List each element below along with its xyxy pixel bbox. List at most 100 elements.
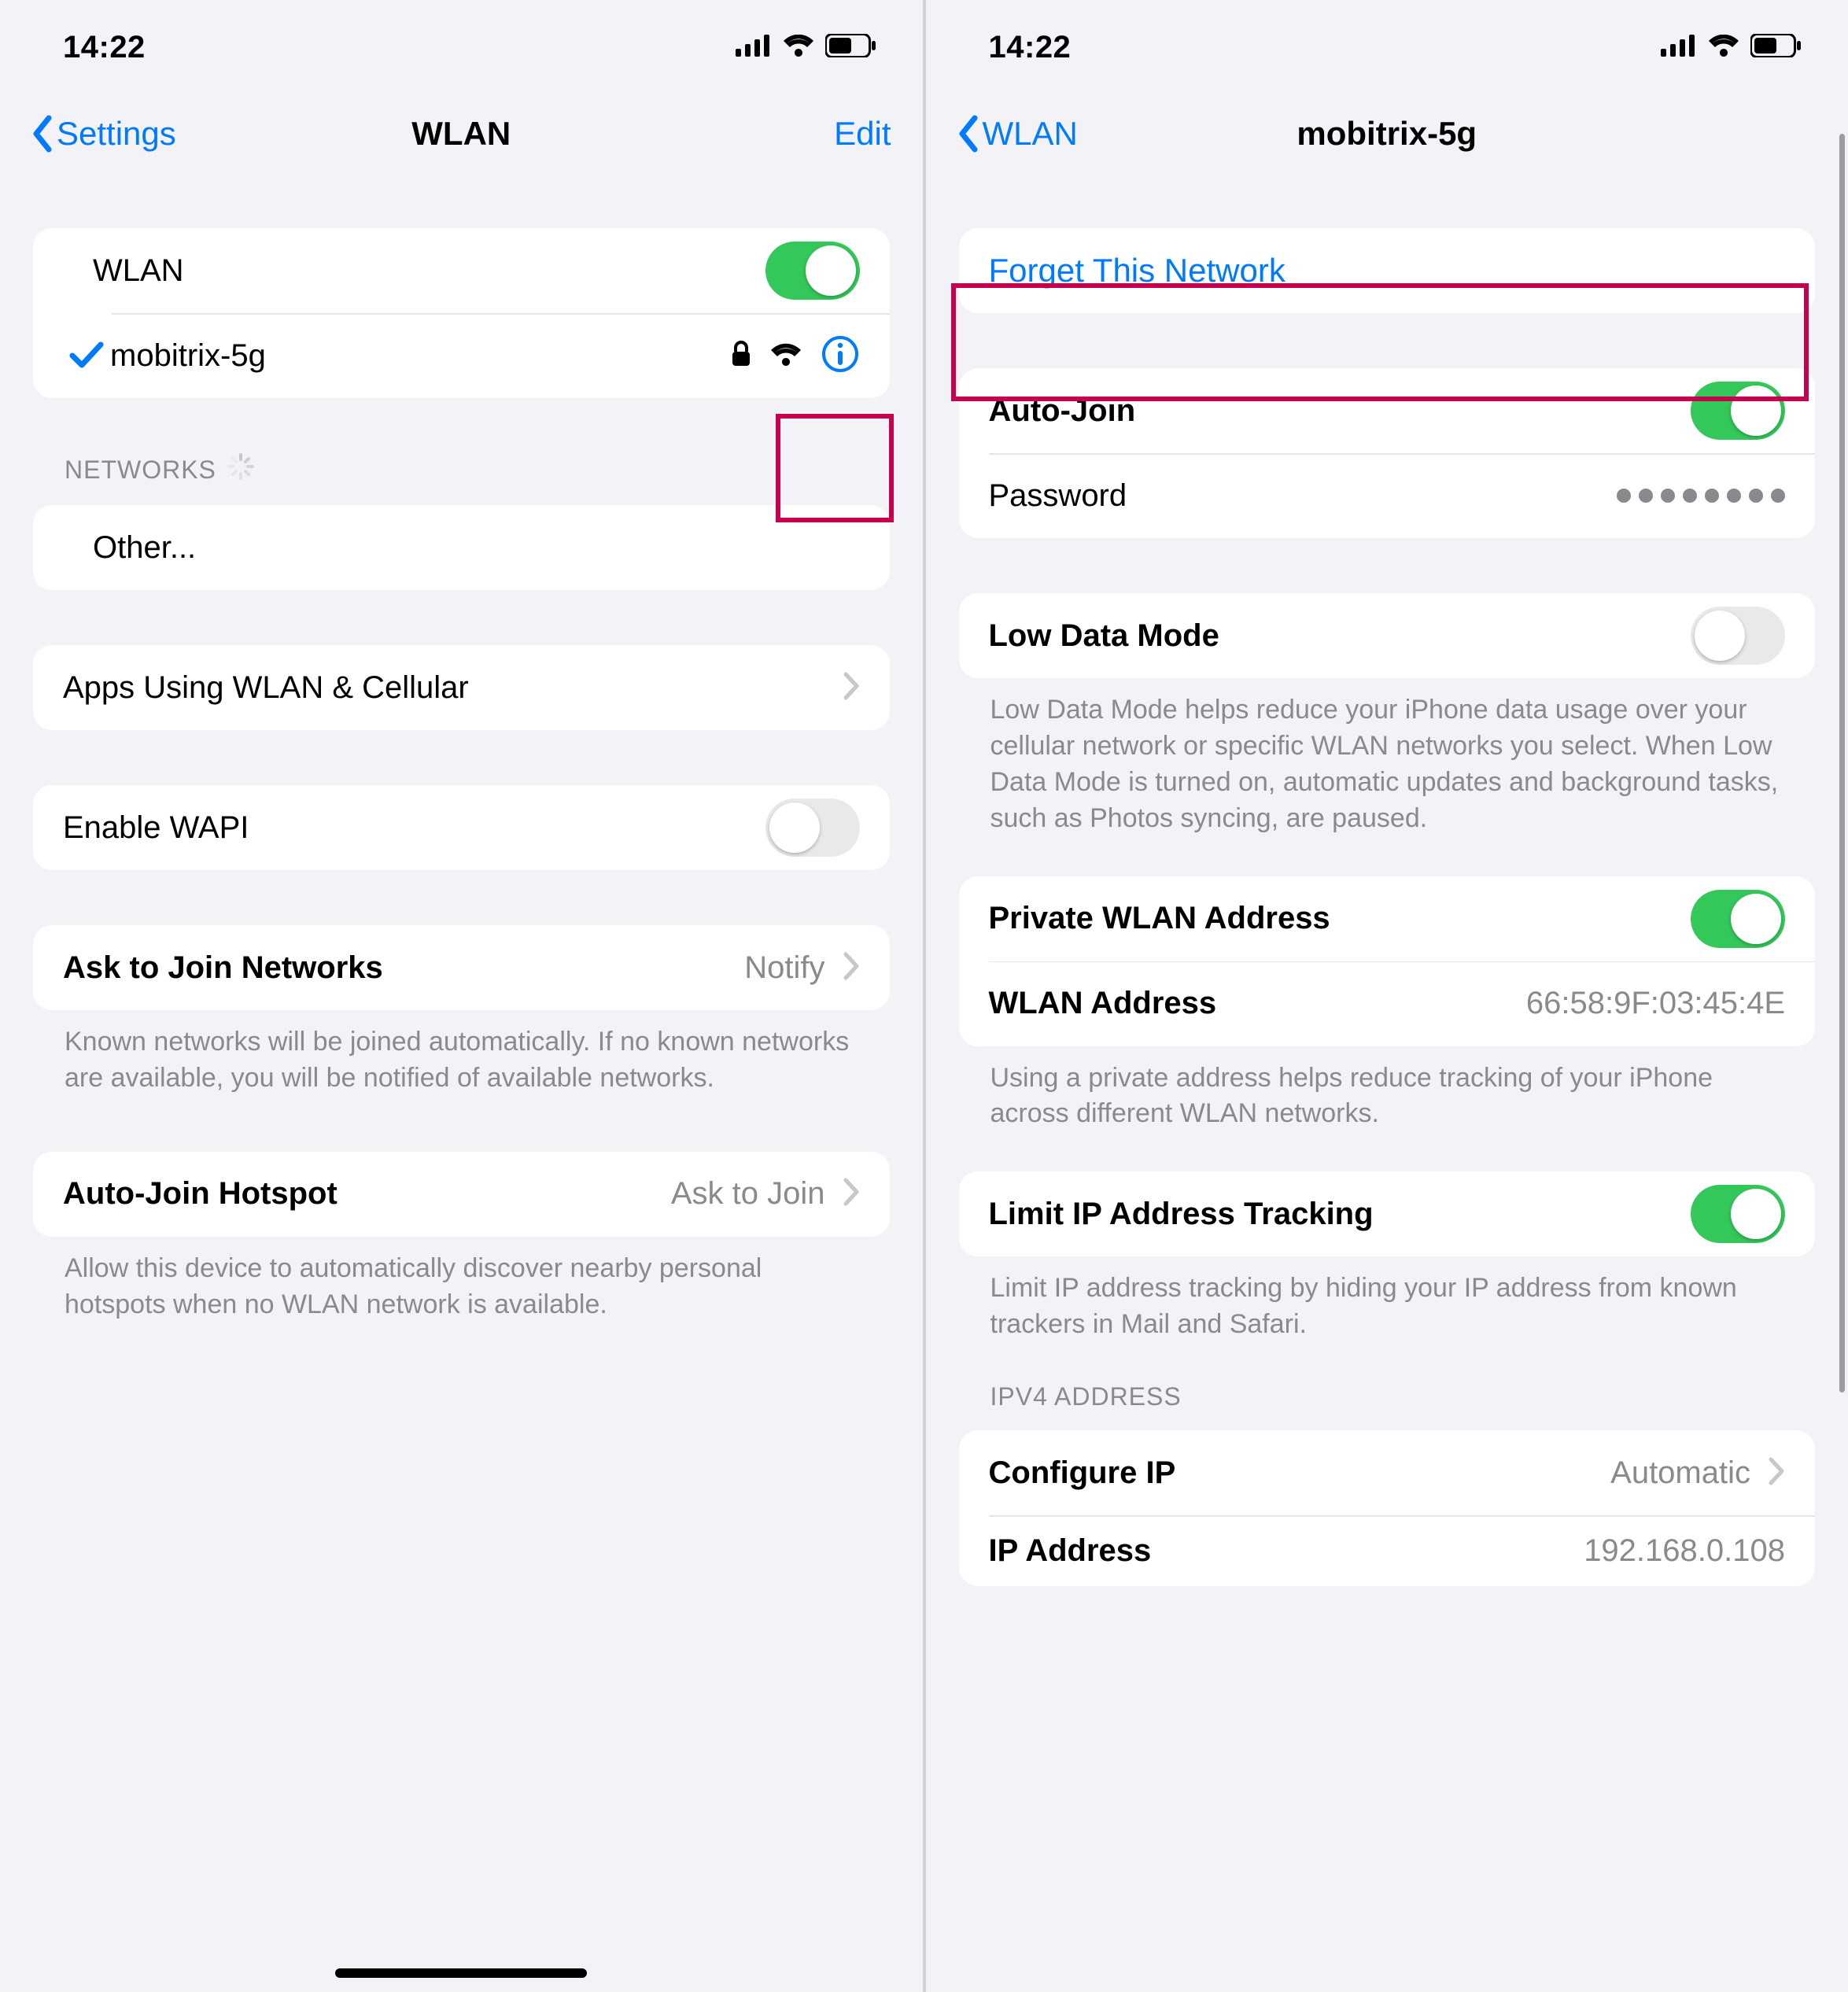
apps-using-row[interactable]: Apps Using WLAN & Cellular [33, 645, 890, 730]
limit-ip-toggle[interactable] [1691, 1185, 1785, 1243]
auto-hotspot-row[interactable]: Auto-Join Hotspot Ask to Join [33, 1152, 890, 1237]
apps-using-label: Apps Using WLAN & Cellular [63, 670, 469, 706]
status-bar: 14:22 [0, 0, 923, 94]
auto-hotspot-footer: Allow this device to automatically disco… [33, 1237, 890, 1323]
auto-hotspot-group: Auto-Join Hotspot Ask to Join [33, 1152, 890, 1237]
chevron-right-icon [843, 1177, 860, 1211]
password-row[interactable]: Password [959, 453, 1816, 538]
forget-network-group: Forget This Network [959, 228, 1816, 313]
configure-ip-value: Automatic [1610, 1455, 1750, 1491]
back-label: WLAN [983, 115, 1078, 153]
wlan-address-value: 66:58:9F:03:45:4E [1526, 986, 1785, 1021]
limit-ip-row[interactable]: Limit IP Address Tracking [959, 1171, 1816, 1256]
wlan-toggle-row[interactable]: WLAN [33, 228, 890, 313]
chevron-right-icon [843, 951, 860, 985]
low-data-label: Low Data Mode [989, 618, 1219, 654]
ipv4-header: IPV4 ADDRESS [959, 1343, 1816, 1421]
ask-to-join-row[interactable]: Ask to Join Networks Notify [33, 925, 890, 1010]
edit-button[interactable]: Edit [834, 115, 891, 153]
lock-icon [731, 341, 751, 371]
connected-network-name: mobitrix-5g [110, 338, 266, 374]
chevron-right-icon [843, 671, 860, 705]
back-label: Settings [57, 115, 176, 153]
chevron-left-icon [31, 115, 53, 153]
wlan-address-row: WLAN Address 66:58:9F:03:45:4E [959, 961, 1816, 1046]
enable-wapi-row[interactable]: Enable WAPI [33, 785, 890, 870]
forget-network-label: Forget This Network [989, 252, 1285, 290]
ask-to-join-footer: Known networks will be joined automatica… [33, 1010, 890, 1097]
limit-ip-label: Limit IP Address Tracking [989, 1197, 1374, 1232]
ask-to-join-value: Notify [744, 950, 824, 986]
low-data-group: Low Data Mode [959, 593, 1816, 678]
wlan-settings-screen: 14:22 Settings WLAN Edit WLAN [0, 0, 923, 1992]
wifi-strength-icon [770, 342, 802, 370]
configure-ip-row[interactable]: Configure IP Automatic [959, 1430, 1816, 1515]
wlan-group: WLAN mobitrix-5g [33, 228, 890, 398]
private-wlan-toggle[interactable] [1691, 890, 1785, 948]
networks-header-label: NETWORKS [65, 456, 216, 485]
limit-ip-group: Limit IP Address Tracking [959, 1171, 1816, 1256]
wlan-label: WLAN [93, 253, 184, 289]
chevron-right-icon [1768, 1456, 1785, 1490]
content: WLAN mobitrix-5g [0, 228, 923, 1323]
auto-join-toggle[interactable] [1691, 382, 1785, 440]
cellular-signal-icon [1661, 35, 1697, 61]
ask-to-join-label: Ask to Join Networks [63, 950, 383, 986]
private-address-group: Private WLAN Address WLAN Address 66:58:… [959, 876, 1816, 1046]
configure-ip-label: Configure IP [989, 1455, 1176, 1491]
ask-to-join-group: Ask to Join Networks Notify [33, 925, 890, 1010]
auto-join-row[interactable]: Auto-Join [959, 368, 1816, 453]
password-masked [1617, 489, 1785, 503]
ip-address-label: IP Address [989, 1533, 1152, 1569]
apps-using-group: Apps Using WLAN & Cellular [33, 645, 890, 730]
home-indicator [335, 1968, 587, 1978]
auto-hotspot-label: Auto-Join Hotspot [63, 1176, 338, 1212]
back-button[interactable]: WLAN [957, 115, 1078, 153]
auto-join-label: Auto-Join [989, 393, 1136, 429]
ip-address-row: IP Address 192.168.0.108 [959, 1515, 1816, 1586]
status-icons [1661, 34, 1801, 61]
info-icon[interactable] [821, 334, 860, 378]
chevron-left-icon [957, 115, 979, 153]
private-wlan-row[interactable]: Private WLAN Address [959, 876, 1816, 961]
network-status-icons [731, 334, 860, 378]
navbar: Settings WLAN Edit [0, 94, 923, 173]
navbar: WLAN mobitrix-5g [926, 94, 1848, 173]
enable-wapi-toggle[interactable] [765, 799, 860, 857]
status-time: 14:22 [63, 30, 146, 65]
status-bar: 14:22 [926, 0, 1848, 94]
wlan-address-label: WLAN Address [989, 986, 1217, 1021]
scroll-indicator [1839, 134, 1845, 1393]
network-details-screen: 14:22 WLAN mobitrix-5g Forget This Netwo… [926, 0, 1848, 1992]
limit-ip-footer: Limit IP address tracking by hiding your… [959, 1256, 1816, 1343]
networks-header: NETWORKS [33, 398, 890, 496]
enable-wapi-label: Enable WAPI [63, 810, 249, 846]
other-network-row[interactable]: Other... [33, 505, 890, 590]
password-label: Password [989, 478, 1127, 514]
spinner-icon [227, 453, 254, 486]
battery-icon [1750, 34, 1801, 61]
cellular-signal-icon [736, 35, 772, 61]
battery-icon [825, 34, 876, 61]
status-icons [736, 34, 876, 61]
private-wlan-label: Private WLAN Address [989, 901, 1330, 936]
wifi-icon [783, 35, 814, 61]
low-data-row[interactable]: Low Data Mode [959, 593, 1816, 678]
back-button[interactable]: Settings [31, 115, 176, 153]
status-time: 14:22 [989, 30, 1072, 65]
wifi-icon [1708, 35, 1739, 61]
forget-network-button[interactable]: Forget This Network [959, 228, 1816, 313]
wlan-toggle[interactable] [765, 242, 860, 300]
low-data-footer: Low Data Mode helps reduce your iPhone d… [959, 678, 1816, 837]
ipv4-group: Configure IP Automatic IP Address 192.16… [959, 1430, 1816, 1586]
low-data-toggle[interactable] [1691, 607, 1785, 665]
checkmark-icon [63, 341, 110, 370]
ipv4-header-label: IPV4 ADDRESS [990, 1382, 1182, 1411]
private-address-footer: Using a private address helps reduce tra… [959, 1046, 1816, 1133]
ip-address-value: 192.168.0.108 [1584, 1533, 1785, 1569]
join-password-group: Auto-Join Password [959, 368, 1816, 538]
other-label: Other... [93, 530, 196, 566]
connected-network-row[interactable]: mobitrix-5g [33, 313, 890, 398]
auto-hotspot-value: Ask to Join [671, 1176, 825, 1212]
content: Forget This Network Auto-Join Password L… [926, 228, 1848, 1586]
